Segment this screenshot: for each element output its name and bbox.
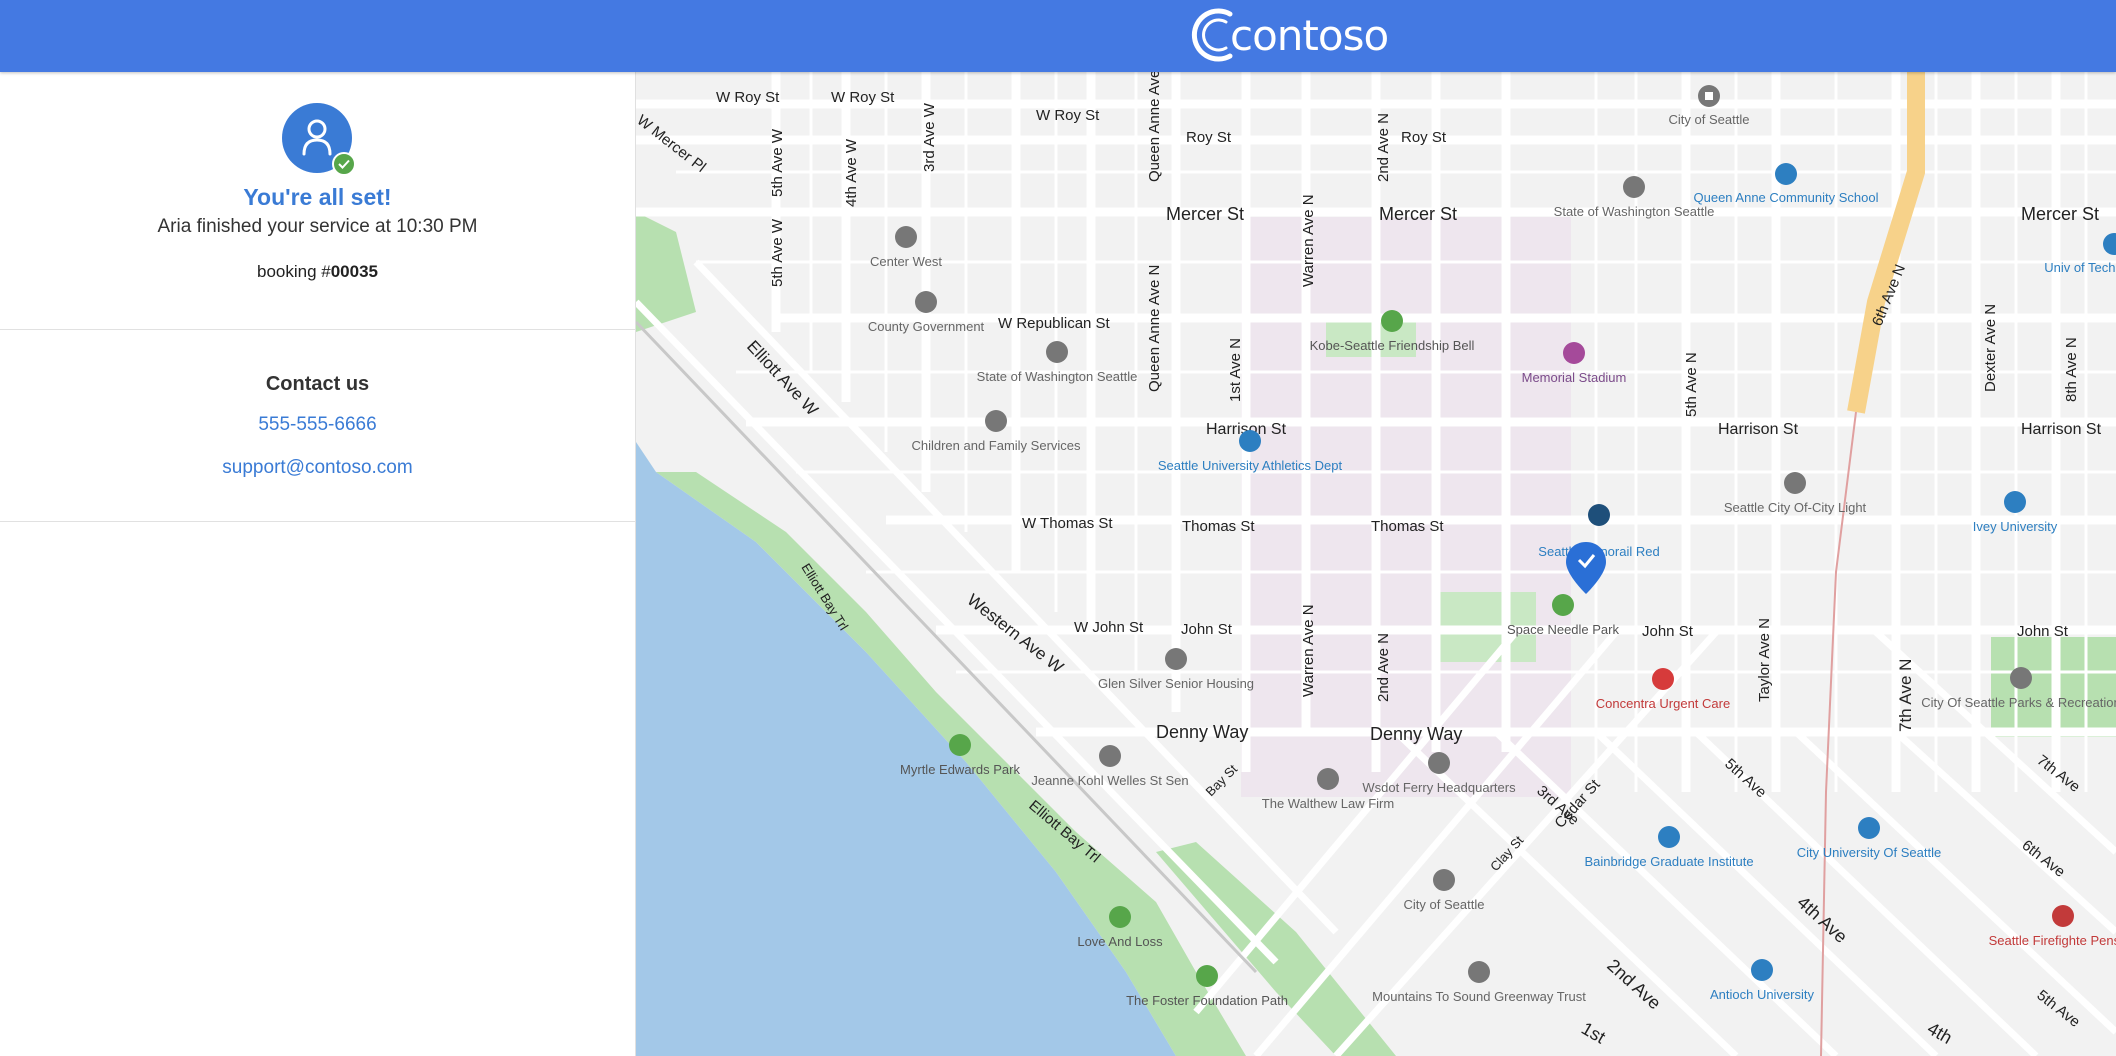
place-label: City of Seattle	[1404, 897, 1485, 912]
place-label: Jeanne Kohl Welles St Sen	[1031, 773, 1188, 788]
booking-prefix: booking #	[256, 262, 331, 281]
place-label: Glen Silver Senior Housing	[1098, 676, 1254, 691]
place-label: Concentra Urgent Care	[1596, 696, 1730, 711]
place-label: Queen Anne Community School	[1694, 190, 1879, 205]
status-title: You're all set!	[243, 184, 392, 210]
place-label: The Foster Foundation Path	[1126, 993, 1288, 1008]
completed-badge	[332, 152, 356, 176]
place-label: City of Seattle	[1669, 112, 1750, 127]
street-label: 5th Ave W	[769, 128, 786, 197]
street-label: Denny Way	[1156, 722, 1248, 742]
street-label: Dexter Ave N	[1982, 304, 1999, 392]
street-label: 2nd Ave N	[1375, 113, 1392, 182]
street-label: Mercer St	[1166, 204, 1244, 224]
divider	[0, 329, 635, 330]
app-header: contoso	[0, 0, 2116, 72]
street-label: 4th Ave W	[843, 138, 860, 207]
street-label: Roy St	[1401, 129, 1447, 146]
phone-link[interactable]: 555-555-6666	[0, 414, 635, 436]
street-label: Mercer St	[2021, 204, 2099, 224]
street-label: John St	[1642, 623, 1694, 640]
street-label: 8th Ave N	[2063, 337, 2080, 402]
street-label: Queen Anne Ave N	[1146, 72, 1163, 182]
street-label: 5th Ave W	[769, 218, 786, 287]
brand-name: contoso	[1230, 10, 1389, 60]
contoso-logo[interactable]: contoso	[1186, 2, 1389, 68]
street-label: W John St	[1074, 619, 1144, 636]
place-label: Bainbridge Graduate Institute	[1584, 854, 1753, 869]
place-label: Center West	[870, 254, 942, 269]
place-label: Children and Family Services	[911, 438, 1081, 453]
street-label: 1st Ave N	[1227, 338, 1244, 402]
place-label: Space Needle Park	[1507, 622, 1620, 637]
booking-number: booking #00035	[0, 262, 635, 282]
person-icon	[302, 119, 332, 156]
street-label: Taylor Ave N	[1756, 618, 1773, 702]
place-label: Mountains To Sound Greenway Trust	[1372, 989, 1586, 1004]
street-label: W Roy St	[1036, 107, 1100, 124]
street-label: Queen Anne Ave N	[1146, 265, 1163, 392]
place-label: Univ of Tech S	[2044, 260, 2116, 275]
place-label: Ivey University	[1973, 519, 2058, 534]
place-label: City Of Seattle Parks & Recreation	[1921, 695, 2116, 710]
place-label: Kobe-Seattle Friendship Bell	[1310, 338, 1475, 353]
email-link[interactable]: support@contoso.com	[0, 457, 635, 479]
street-label: John St	[2017, 623, 2069, 640]
street-label: Warren Ave N	[1300, 604, 1317, 697]
street-label: Warren Ave N	[1300, 194, 1317, 287]
street-label: Mercer St	[1379, 204, 1457, 224]
street-label: John St	[1181, 621, 1233, 638]
contact-title: Contact us	[265, 373, 370, 395]
street-label: 5th Ave N	[1683, 352, 1700, 417]
street-label: W Roy St	[831, 89, 895, 106]
place-label: The Walthew Law Firm	[1262, 796, 1394, 811]
place-label: State of Washington Seattle	[1554, 204, 1715, 219]
check-icon	[338, 159, 350, 169]
place-label: Memorial Stadium	[1522, 370, 1627, 385]
service-message: Aria finished your service at 10:30 PM	[157, 216, 478, 237]
street-label: W Thomas St	[1022, 515, 1113, 532]
street-label: W Roy St	[716, 89, 780, 106]
place-label: Antioch University	[1710, 987, 1815, 1002]
status-panel: You're all set! Aria finished your servi…	[0, 72, 636, 1056]
place-label: Seattle City Of-City Light	[1724, 500, 1867, 515]
street-label: Thomas St	[1182, 518, 1255, 535]
street-label: Roy St	[1186, 129, 1232, 146]
booking-id: 00035	[330, 262, 378, 281]
street-label: 3rd Ave W	[921, 102, 938, 172]
divider	[0, 521, 635, 522]
place-label: City University Of Seattle	[1797, 845, 1942, 860]
street-label: Harrison St	[1718, 421, 1799, 438]
place-label: Seattle Firefighte Pension	[1989, 933, 2116, 948]
place-label: State of Washington Seattle	[977, 369, 1138, 384]
street-label: Harrison St	[2021, 421, 2102, 438]
place-label: Myrtle Edwards Park	[900, 762, 1020, 777]
map-canvas: W Roy St W Roy St W Roy St Roy St Roy St…	[636, 72, 2116, 1056]
street-label: Denny Way	[1370, 724, 1462, 744]
street-label: W Republican St	[998, 315, 1111, 332]
street-label: 7th Ave N	[1896, 659, 1915, 732]
street-label: 2nd Ave N	[1375, 633, 1392, 702]
place-label: Love And Loss	[1077, 934, 1163, 949]
place-label: Seattle University Athletics Dept	[1158, 458, 1343, 473]
map-view[interactable]: W Roy St W Roy St W Roy St Roy St Roy St…	[636, 72, 2116, 1056]
seattle-center-campus	[1241, 217, 1571, 797]
place-label: County Government	[868, 319, 985, 334]
street-label: Thomas St	[1371, 518, 1444, 535]
place-label: Wsdot Ferry Headquarters	[1362, 780, 1516, 795]
